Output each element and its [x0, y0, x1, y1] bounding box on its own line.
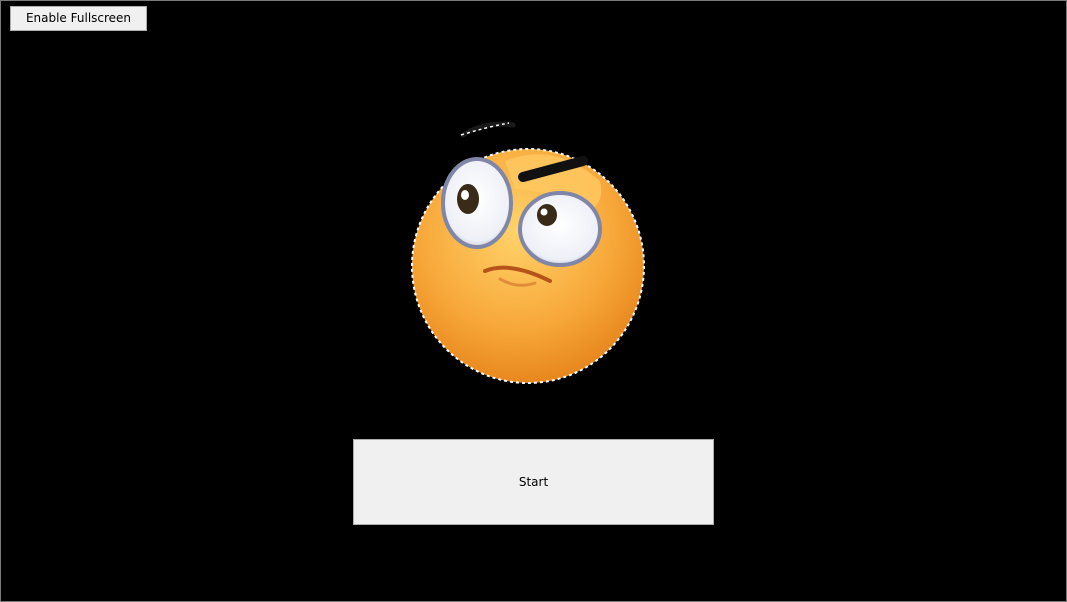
thinking-emoji-icon	[405, 111, 651, 387]
enable-fullscreen-button[interactable]: Enable Fullscreen Mode	[10, 6, 147, 48]
app-window: Enable Fullscreen Mode Start	[0, 0, 1067, 602]
start-button[interactable]: Start	[353, 439, 714, 525]
